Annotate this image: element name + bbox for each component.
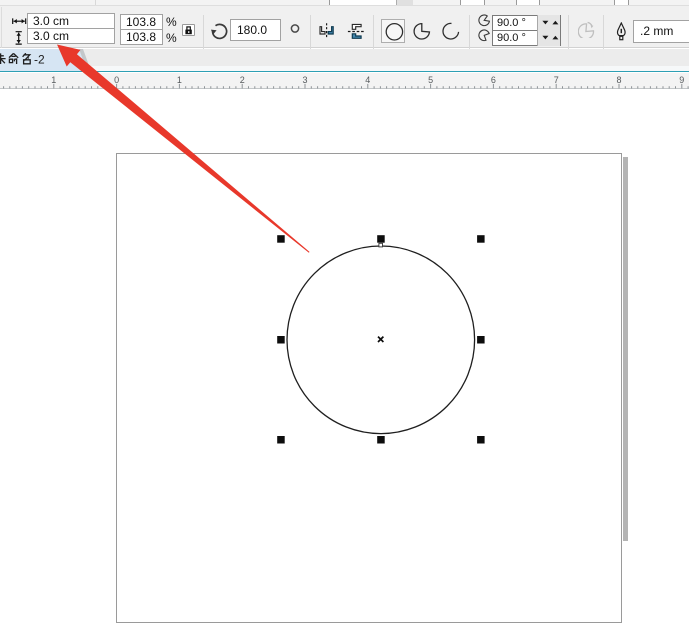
svg-text:-2: -2 [34, 53, 45, 67]
svg-text:4: 4 [365, 75, 370, 85]
svg-text:3: 3 [302, 75, 307, 85]
svg-text:9: 9 [679, 75, 684, 85]
svg-text:7: 7 [554, 75, 559, 85]
svg-text:2: 2 [240, 75, 245, 85]
svg-text:1: 1 [51, 75, 56, 85]
svg-text:1: 1 [177, 75, 182, 85]
svg-text:6: 6 [491, 75, 496, 85]
svg-text:5: 5 [428, 75, 433, 85]
svg-text:8: 8 [616, 75, 621, 85]
svg-text:0: 0 [114, 75, 119, 85]
